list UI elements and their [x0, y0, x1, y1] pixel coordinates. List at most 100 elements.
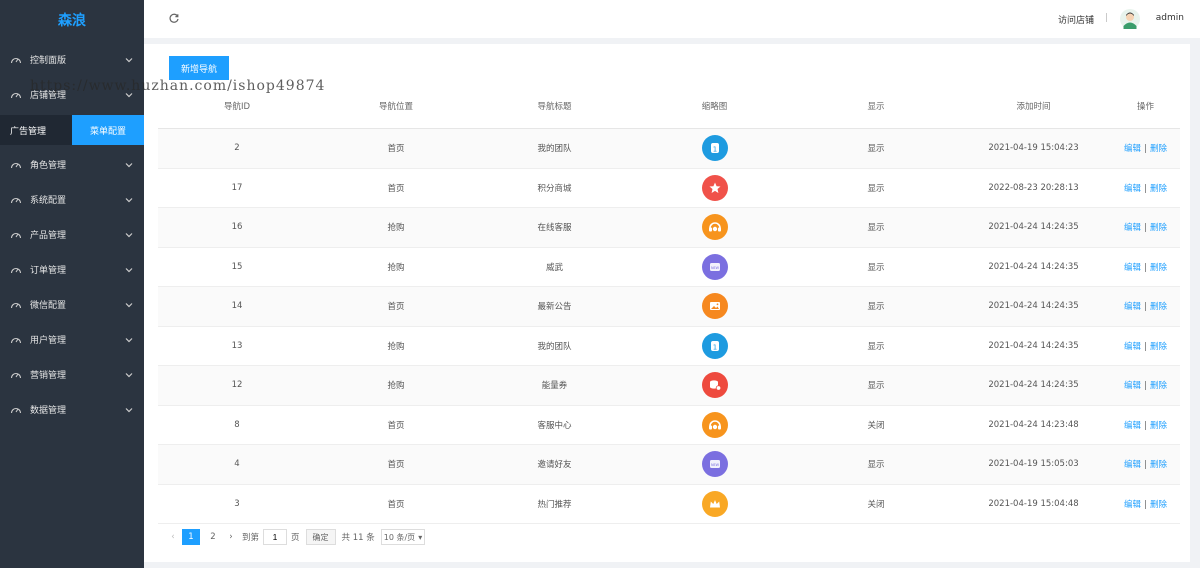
thumbnail	[633, 214, 796, 241]
nav-position: 首页	[387, 420, 405, 431]
delete-link[interactable]: 删除	[1150, 421, 1167, 431]
delete-link[interactable]: 删除	[1150, 342, 1167, 352]
chevron-down-icon	[124, 300, 134, 310]
edit-link[interactable]: 编辑	[1124, 421, 1141, 431]
edit-link[interactable]: 编辑	[1124, 144, 1141, 154]
sidebar-item[interactable]: 控制面版	[0, 42, 144, 77]
thumbnail: NEW	[633, 253, 796, 280]
nav-show-status: 显示	[867, 341, 885, 352]
visit-shop-link[interactable]: 访问店铺	[1058, 13, 1094, 26]
team-badge-icon: 1	[701, 332, 728, 359]
edit-link[interactable]: 编辑	[1124, 263, 1141, 273]
refresh-icon[interactable]	[168, 13, 180, 25]
nav-position: 抢购	[387, 262, 405, 273]
nav-id: 8	[234, 419, 240, 430]
edit-link[interactable]: 编辑	[1124, 460, 1141, 470]
nav-added-time: 2021-04-19 15:04:23	[988, 143, 1079, 154]
star-icon	[701, 174, 728, 201]
row-actions: 编辑 | 删除	[1111, 300, 1180, 312]
action-separator: |	[1144, 144, 1147, 155]
coins-icon	[701, 372, 728, 399]
chevron-down-icon	[124, 160, 134, 170]
pagination: ‹ 1 2 › 到第 页 确定 共 11 条 10 条/页▾	[166, 529, 426, 545]
row-actions: 编辑 | 删除	[1111, 182, 1180, 194]
sidebar-item[interactable]: 角色管理	[0, 147, 144, 182]
edit-link[interactable]: 编辑	[1124, 302, 1141, 312]
delete-link[interactable]: 删除	[1150, 144, 1167, 154]
delete-link[interactable]: 删除	[1150, 223, 1167, 233]
chevron-down-icon	[124, 370, 134, 380]
crown-icon	[701, 490, 728, 517]
nav-position: 首页	[387, 460, 405, 471]
nav-id: 13	[231, 340, 243, 351]
edit-link[interactable]: 编辑	[1124, 184, 1141, 194]
nav-position: 首页	[387, 499, 405, 510]
app-logo: 森浪	[58, 13, 86, 29]
sidebar-item[interactable]: 微信配置	[0, 287, 144, 322]
nav-added-time: 2021-04-24 14:24:35	[988, 222, 1079, 233]
goto-confirm-button[interactable]: 确定	[305, 529, 336, 545]
sidebar-item-label: 角色管理	[30, 161, 67, 171]
delete-link[interactable]: 删除	[1150, 381, 1167, 391]
table-row: 15 抢购 威武 NEW 显示 2021-04-24 14:24:35 编辑 | 删除	[158, 248, 1180, 287]
watermark: https://www.huzhan.com/ishop49874	[30, 78, 326, 94]
nav-title: 积分商城	[537, 183, 572, 194]
nav-id: 12	[231, 380, 243, 391]
thumbnail	[633, 411, 796, 438]
nav-title: 最新公告	[537, 302, 572, 313]
nav-show-status: 显示	[867, 144, 885, 155]
sidebar-item[interactable]: 产品管理	[0, 217, 144, 252]
add-nav-button[interactable]: 新增导航	[169, 56, 229, 80]
sidebar-item[interactable]: 订单管理	[0, 252, 144, 287]
delete-link[interactable]: 删除	[1150, 500, 1167, 510]
edit-link[interactable]: 编辑	[1124, 223, 1141, 233]
nav-id: 16	[231, 222, 243, 233]
page-number[interactable]: 1	[182, 529, 200, 545]
nav-title: 邀请好友	[537, 460, 572, 471]
delete-link[interactable]: 删除	[1150, 302, 1167, 312]
avatar[interactable]	[1120, 9, 1140, 29]
table-row: 12 抢购 能量券 显示 2021-04-24 14:24:35 编辑 | 删除	[158, 366, 1180, 406]
col-header: 导航ID	[223, 102, 251, 112]
delete-link[interactable]: 删除	[1150, 263, 1167, 273]
prev-page-icon[interactable]: ‹	[166, 530, 180, 544]
sidebar-item[interactable]: 营销管理	[0, 357, 144, 392]
sidebar-item[interactable]: 系统配置	[0, 182, 144, 217]
row-actions: 编辑 | 删除	[1111, 379, 1180, 391]
table-row: 3 首页 热门推荐 关闭 2021-04-19 15:04:48 编辑 | 删除	[158, 485, 1180, 524]
action-separator: |	[1144, 223, 1147, 234]
username[interactable]: admin	[1156, 13, 1184, 23]
sidebar-item-menu-config[interactable]: 菜单配置	[72, 115, 144, 145]
dashboard-icon	[10, 299, 22, 311]
sidebar-item-label: 控制面版	[30, 56, 67, 66]
svg-text:NEW: NEW	[710, 463, 719, 467]
edit-link[interactable]: 编辑	[1124, 342, 1141, 352]
table-row: 4 首页 邀请好友 NEW 显示 2021-04-19 15:05:03 编辑 | 删除	[158, 445, 1180, 485]
thumbnail: NEW	[633, 451, 796, 478]
col-header: 操作	[1136, 102, 1154, 112]
goto-page-input[interactable]	[263, 529, 288, 545]
sidebar-item[interactable]: 用户管理	[0, 322, 144, 357]
sidebar-item-ads[interactable]: 广告管理	[0, 115, 72, 145]
delete-link[interactable]: 删除	[1150, 184, 1167, 194]
page-unit-label: 页	[291, 533, 300, 543]
row-actions: 编辑 | 删除	[1111, 261, 1180, 273]
action-separator: |	[1144, 262, 1147, 273]
chevron-down-icon	[124, 195, 134, 205]
sidebar-item-label: 用户管理	[30, 336, 67, 346]
page-number[interactable]: 2	[204, 529, 222, 545]
sidebar-item-label: 微信配置	[30, 301, 67, 311]
thumbnail	[633, 490, 796, 517]
chevron-down-icon	[124, 55, 134, 65]
nav-position: 首页	[387, 144, 405, 155]
nav-title: 我的团队	[537, 341, 572, 352]
nav-id: 2	[234, 143, 240, 154]
edit-link[interactable]: 编辑	[1124, 381, 1141, 391]
next-page-icon[interactable]: ›	[224, 530, 238, 544]
dashboard-icon	[10, 159, 22, 171]
page-size-select[interactable]: 10 条/页 ▾	[380, 529, 426, 545]
edit-link[interactable]: 编辑	[1124, 500, 1141, 510]
delete-link[interactable]: 删除	[1150, 460, 1167, 470]
sidebar-item[interactable]: 数据管理	[0, 392, 144, 427]
dashboard-icon	[10, 369, 22, 381]
